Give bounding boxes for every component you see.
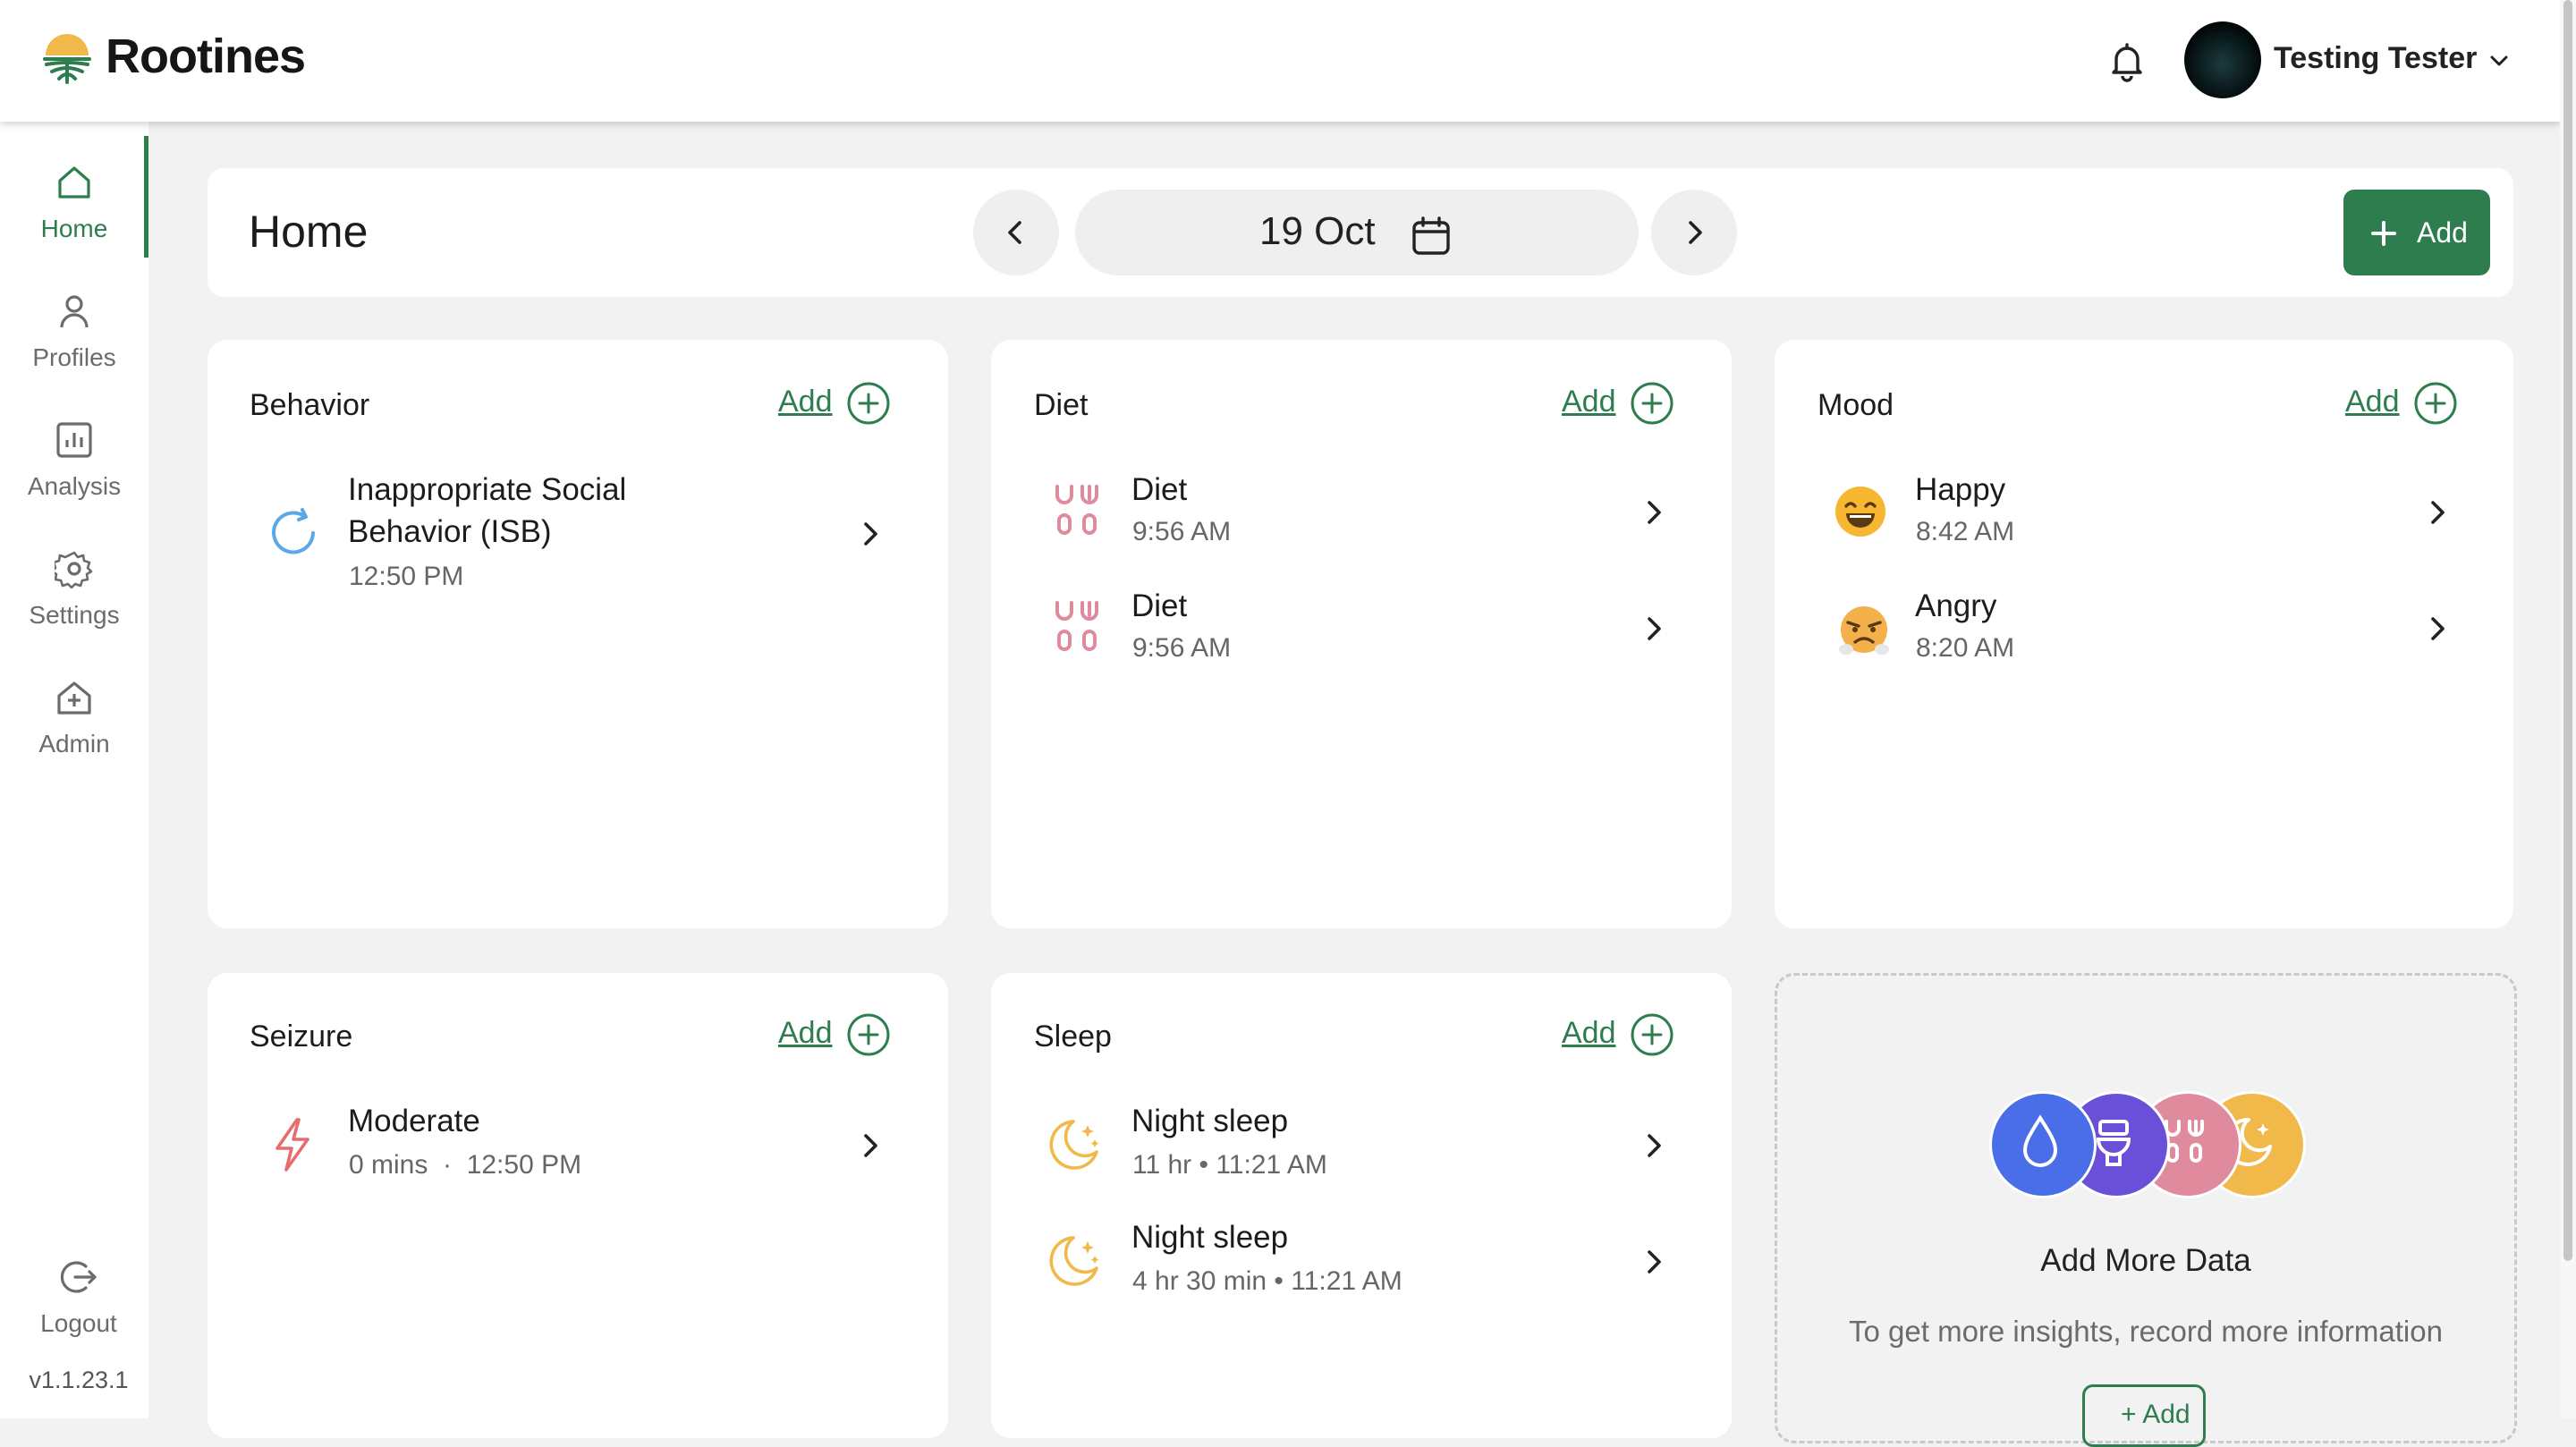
sidebar-item-settings[interactable]: Settings xyxy=(0,517,148,633)
sidebar: Home Profiles Analysis Settings Admin Lo… xyxy=(0,122,148,1418)
sidebar-item-label: Settings xyxy=(29,601,120,629)
add-entry-button[interactable]: Add xyxy=(2343,190,2490,275)
top-bar: Rootines Testing Tester xyxy=(0,0,2560,122)
sidebar-item-admin[interactable]: Admin xyxy=(0,646,148,762)
sidebar-item-label: Logout xyxy=(40,1309,117,1337)
mood-entry-time: 8:42 AM xyxy=(1916,517,2015,546)
seizure-add-link[interactable]: Add xyxy=(778,1016,833,1051)
cutlery-icon xyxy=(1055,601,1098,651)
add-more-data-subtitle: To get more insights, record more inform… xyxy=(1849,1315,2443,1348)
sleep-entry-name[interactable]: Night sleep xyxy=(1131,1216,1288,1258)
angry-face-icon xyxy=(1839,606,1889,655)
seizure-entry-name[interactable]: Moderate xyxy=(348,1100,480,1142)
sidebar-item-logout[interactable]: Logout xyxy=(4,1225,153,1341)
sleep-entry-detail: 11 hr • 11:21 AM xyxy=(1132,1150,1327,1180)
seizure-card-title: Seizure xyxy=(250,1020,353,1054)
sidebar-item-profiles[interactable]: Profiles xyxy=(0,259,148,376)
calendar-icon[interactable] xyxy=(1410,215,1453,258)
chevron-right-icon[interactable] xyxy=(1640,1132,1667,1159)
behavior-card-title: Behavior xyxy=(250,388,370,422)
mood-entry-time: 8:20 AM xyxy=(1916,633,2015,663)
diet-entry-time: 9:56 AM xyxy=(1132,633,1232,663)
chevron-right-icon[interactable] xyxy=(1640,615,1667,642)
diet-card-title: Diet xyxy=(1034,388,1089,422)
chevron-right-icon[interactable] xyxy=(857,520,884,547)
behavior-refresh-icon xyxy=(272,508,315,554)
chevron-right-icon[interactable] xyxy=(1640,499,1667,526)
sleep-entry-name[interactable]: Night sleep xyxy=(1131,1100,1288,1142)
chevron-right-icon xyxy=(1689,221,1702,244)
sidebar-item-home[interactable]: Home xyxy=(0,131,148,258)
diet-entry-time: 9:56 AM xyxy=(1132,517,1232,546)
diet-add-link[interactable]: Add xyxy=(1562,385,1616,419)
add-circle-icon[interactable] xyxy=(846,381,891,426)
sidebar-item-label: Analysis xyxy=(27,472,122,500)
behavior-card xyxy=(208,340,948,928)
plus-icon xyxy=(2371,221,2396,246)
water-drop-icon xyxy=(1989,1091,2097,1198)
add-more-data-button-label: + Add xyxy=(2121,1400,2190,1429)
user-avatar[interactable] xyxy=(2184,21,2261,98)
add-more-data-title: Add More Data xyxy=(2040,1243,2251,1278)
behavior-entry-name[interactable]: Inappropriate Social Behavior (ISB) xyxy=(348,469,706,553)
chevron-right-icon[interactable] xyxy=(2424,615,2451,642)
lightning-bolt-icon xyxy=(275,1118,309,1172)
sleep-entry-detail: 4 hr 30 min • 11:21 AM xyxy=(1132,1266,1402,1296)
sidebar-item-label: Home xyxy=(40,215,108,242)
chevron-down-icon[interactable] xyxy=(2488,50,2510,72)
next-date-button[interactable] xyxy=(1651,190,1737,275)
behavior-entry-time: 12:50 PM xyxy=(349,562,464,591)
diet-entry-name[interactable]: Diet xyxy=(1131,469,1187,511)
scrollbar-thumb[interactable] xyxy=(2563,0,2572,1261)
add-button-label: Add xyxy=(2417,216,2468,249)
mood-entry-name[interactable]: Happy xyxy=(1915,469,2005,511)
current-date[interactable]: 19 Oct xyxy=(1259,209,1376,254)
app-version: v1.1.23.1 xyxy=(29,1367,129,1393)
chevron-right-icon[interactable] xyxy=(857,1132,884,1159)
chevron-right-icon[interactable] xyxy=(2424,499,2451,526)
sidebar-item-label: Admin xyxy=(38,730,110,757)
add-circle-icon[interactable] xyxy=(2413,381,2458,426)
add-more-data-card xyxy=(1775,973,2517,1443)
cutlery-icon xyxy=(1055,485,1098,535)
admin-house-icon xyxy=(57,681,91,715)
moon-stars-icon xyxy=(1049,1236,1099,1286)
user-icon xyxy=(60,295,89,328)
brand-name: Rootines xyxy=(106,30,306,83)
add-circle-icon[interactable] xyxy=(1630,1012,1674,1057)
moon-stars-icon xyxy=(1049,1120,1099,1170)
seizure-entry-detail: 0 mins · 12:50 PM xyxy=(349,1150,582,1180)
add-more-data-button[interactable]: + Add xyxy=(2082,1384,2206,1447)
logout-icon xyxy=(60,1261,97,1293)
rootines-logo-icon xyxy=(43,34,91,84)
behavior-add-link[interactable]: Add xyxy=(778,385,833,419)
sidebar-item-label: Profiles xyxy=(32,343,116,371)
chevron-right-icon[interactable] xyxy=(1640,1248,1667,1275)
previous-date-button[interactable] xyxy=(973,190,1059,275)
chevron-left-icon xyxy=(1008,221,1021,244)
username[interactable]: Testing Tester xyxy=(2274,41,2477,76)
add-circle-icon[interactable] xyxy=(846,1012,891,1057)
diet-entry-name[interactable]: Diet xyxy=(1131,585,1187,627)
sleep-add-link[interactable]: Add xyxy=(1562,1016,1616,1051)
mood-entry-name[interactable]: Angry xyxy=(1915,585,1996,627)
sidebar-item-analysis[interactable]: Analysis xyxy=(0,388,148,504)
mood-add-link[interactable]: Add xyxy=(2345,385,2400,419)
add-circle-icon[interactable] xyxy=(1630,381,1674,426)
mood-card-title: Mood xyxy=(1818,388,1894,422)
happy-face-icon xyxy=(1835,487,1885,537)
notification-bell-icon[interactable] xyxy=(2104,38,2150,84)
sleep-card-title: Sleep xyxy=(1034,1020,1112,1054)
gear-icon xyxy=(55,551,93,588)
home-icon xyxy=(58,166,90,199)
bar-chart-icon xyxy=(56,422,92,458)
page-title: Home xyxy=(249,207,369,257)
